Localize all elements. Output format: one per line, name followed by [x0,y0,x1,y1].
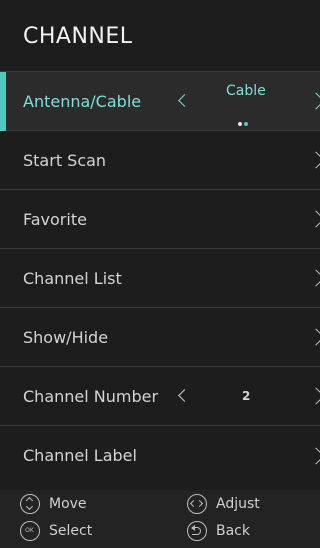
menu-item-antenna-cable[interactable]: Antenna/Cable Cable [0,72,320,131]
chevron-left-icon[interactable] [178,389,191,402]
chevron-right-icon [307,328,320,346]
chevron-left-icon[interactable] [178,94,191,107]
hint-adjust: Adjust [187,494,260,514]
back-circle-icon [187,521,207,541]
channel-number-value: 2 [242,389,251,403]
menu-item-channel-list[interactable]: Channel List [0,249,320,308]
channel-menu: Antenna/Cable Cable Start Scan Favorite … [0,72,320,485]
menu-header: CHANNEL [0,0,320,72]
option-indicator-dots [238,111,258,126]
menu-item-show-hide[interactable]: Show/Hide [0,308,320,367]
option-dot [238,122,242,126]
chevron-right-icon[interactable] [307,92,320,110]
hint-move: Move [20,494,87,514]
ok-icon-text: OK [25,527,34,534]
chevron-right-icon[interactable] [307,387,320,405]
menu-item-label: Start Scan [23,150,107,170]
up-down-circle-icon [20,494,40,514]
menu-item-start-scan[interactable]: Start Scan [0,131,320,190]
menu-item-label: Channel Number [23,386,159,406]
chevron-right-icon [307,269,320,287]
key-hint-bar: Move Adjust OK Select Back [0,490,320,548]
hint-select: OK Select [20,521,92,541]
chevron-right-icon [307,447,320,464]
channel-menu-screen: CHANNEL Antenna/Cable Cable Start Scan F… [0,0,320,548]
hint-back: Back [187,521,250,541]
ok-circle-icon: OK [20,521,40,541]
hint-move-label: Move [49,496,87,512]
menu-item-label: Favorite [23,209,87,229]
menu-item-label: Antenna/Cable [23,91,142,111]
menu-item-favorite[interactable]: Favorite [0,190,320,249]
antenna-cable-value: Cable [226,83,266,99]
hint-back-label: Back [216,523,250,539]
menu-item-label: Channel List [23,268,122,288]
hint-select-label: Select [49,523,93,539]
selection-accent-bar [0,72,6,131]
left-right-circle-icon [187,494,207,514]
menu-item-channel-label[interactable]: Channel Label [0,426,320,485]
option-dot-active [244,122,248,126]
chevron-right-icon [307,151,320,169]
menu-item-label: Channel Label [23,446,137,465]
menu-item-label: Show/Hide [23,327,109,347]
chevron-right-icon [307,210,320,228]
page-title: CHANNEL [23,24,133,49]
menu-item-channel-number[interactable]: Channel Number 2 [0,367,320,426]
hint-adjust-label: Adjust [216,496,260,512]
